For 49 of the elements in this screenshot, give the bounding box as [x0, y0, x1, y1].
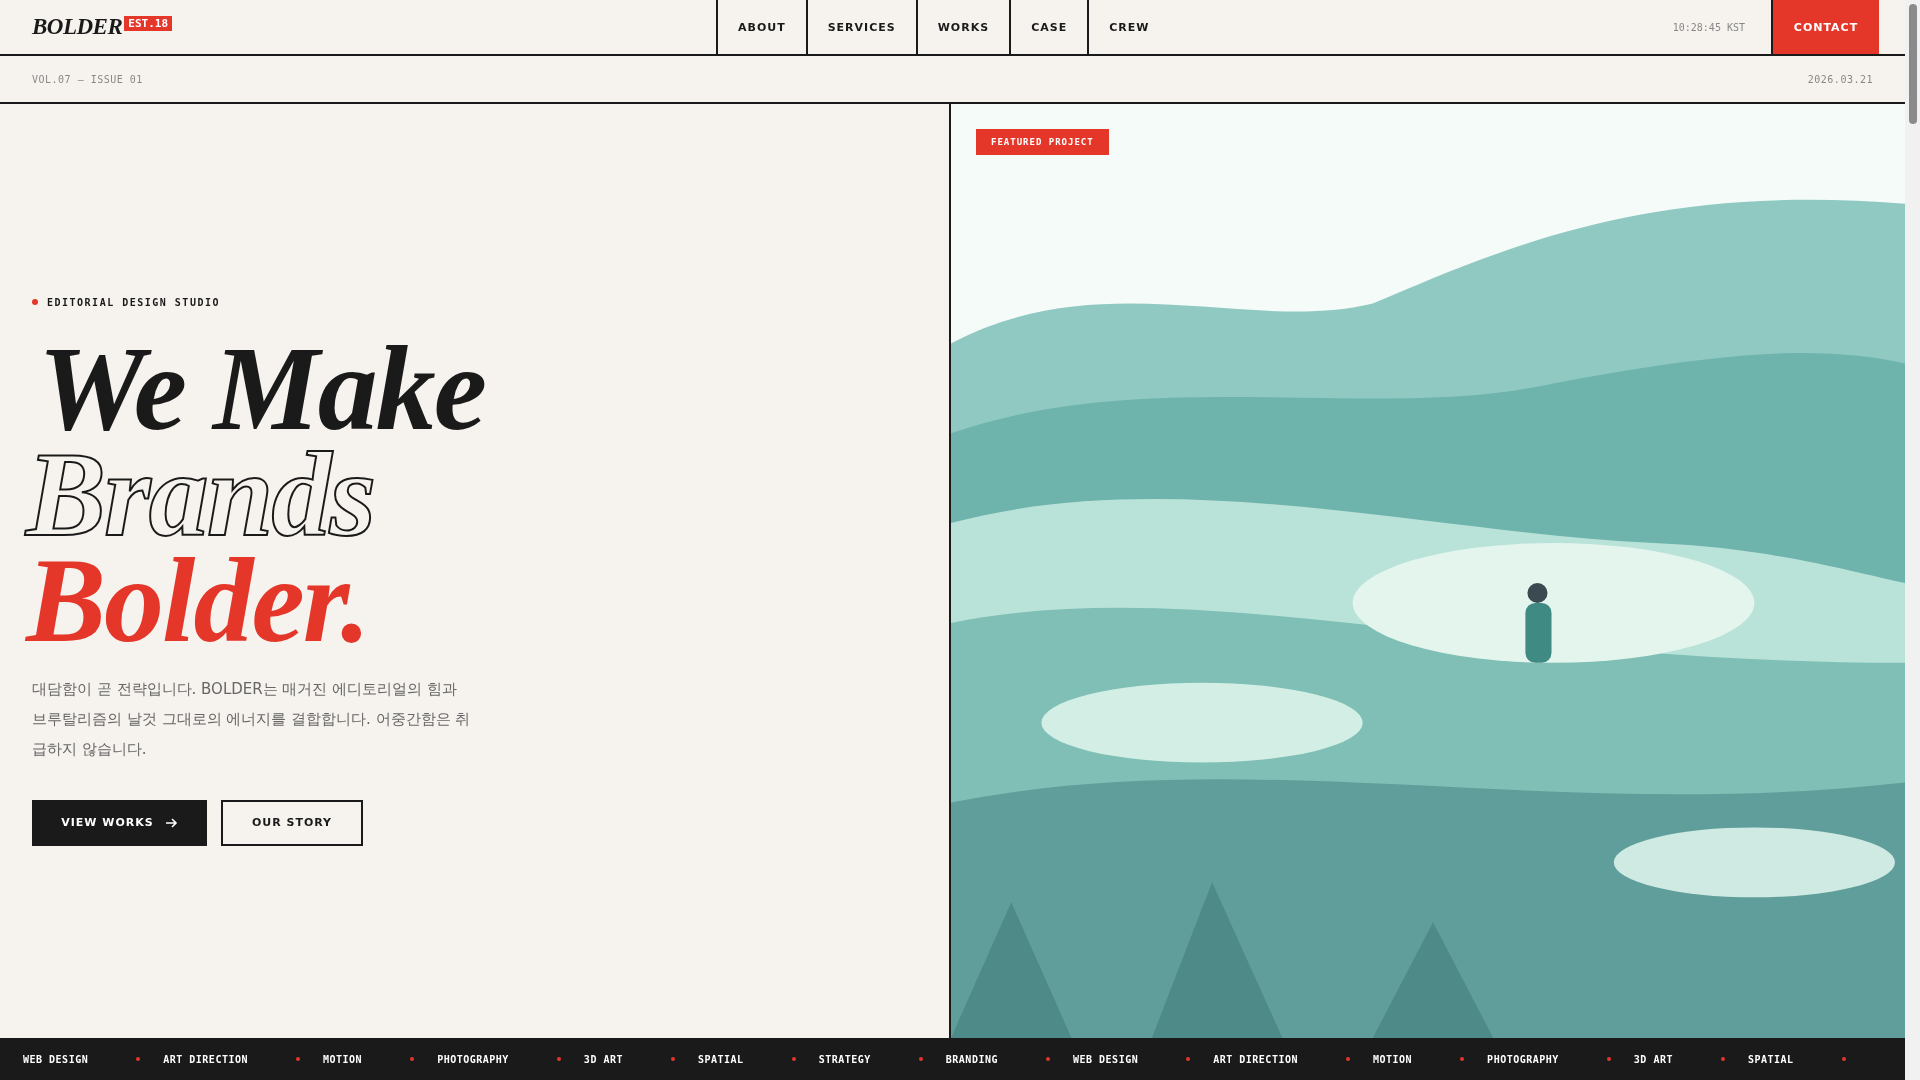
logo[interactable]: BOLDER — [32, 14, 123, 40]
separator-dot — [1186, 1057, 1191, 1061]
separator-dot — [1046, 1057, 1050, 1061]
nav-link[interactable]: WORKS — [917, 0, 1012, 54]
ticker-item: WEB DESIGN — [1073, 1053, 1139, 1065]
ticker-item: 3D ART — [583, 1053, 623, 1065]
nav-link[interactable]: CREW — [1089, 0, 1174, 54]
ticker-item: SPATIAL — [1747, 1053, 1794, 1065]
ticker-item: STRATEGY — [818, 1053, 871, 1065]
separator-dot — [671, 1057, 675, 1061]
contact-button[interactable]: CONTACT — [1771, 0, 1879, 54]
ticker-item: PHOTOGRAPHY — [1487, 1053, 1559, 1065]
nav-link[interactable]: SERVICES — [807, 0, 918, 54]
ticker-item: ART DIRECTION — [1213, 1053, 1298, 1065]
separator-dot — [556, 1057, 561, 1061]
bullet-icon — [32, 299, 38, 305]
separator-dot — [410, 1057, 415, 1061]
description-text: 대담함이 곧 전략입니다. BOLDER는 매거진 에디토리얼의 힘과 브루탈리즘의 날것 그대로의 에너지를 결합합니다. 어중간함은 취급하지 않습니다. — [32, 678, 472, 760]
separator-dot — [296, 1057, 300, 1061]
separator-dot — [136, 1057, 141, 1061]
arrow-icon — [165, 817, 178, 828]
issue-label: VOL.07 — ISSUE 01 — [32, 73, 143, 85]
issue-date: 2026.03.21 — [1807, 73, 1873, 85]
our-story-button[interactable]: OUR STORY — [221, 799, 363, 846]
separator-dot — [1346, 1057, 1350, 1061]
scrollbar[interactable] — [1905, 0, 1920, 1080]
nav-link[interactable]: CASE — [1011, 0, 1090, 54]
ticker-item: WEB DESIGN — [23, 1053, 89, 1065]
ticker-item: SPATIAL — [698, 1053, 744, 1065]
view-works-button[interactable]: VIEW WORKS — [32, 799, 207, 846]
nav-link[interactable]: ABOUT — [718, 0, 808, 54]
logo-badge: EST.18 — [124, 16, 173, 31]
ticker-item: 3D ART — [1633, 1053, 1673, 1065]
ticker-item: MOTION — [1373, 1053, 1413, 1065]
separator-dot — [791, 1057, 796, 1061]
ticker-item: PHOTOGRAPHY — [437, 1053, 509, 1065]
featured-tag: FEATURED PROJECT — [976, 129, 1109, 155]
ticker-item: MOTION — [323, 1053, 363, 1065]
separator-dot — [1841, 1057, 1846, 1061]
separator-dot — [918, 1057, 923, 1061]
headline-line: We Make — [38, 335, 485, 442]
clock-time: 10:28:45 KST — [1672, 20, 1746, 35]
ticker-item: ART DIRECTION — [163, 1053, 248, 1065]
separator-dot — [1606, 1057, 1611, 1061]
eyebrow-label: EDITORIAL DESIGN STUDIO — [47, 296, 220, 308]
separator-dot — [1460, 1057, 1465, 1061]
ticker-item: BRANDING — [945, 1053, 998, 1065]
separator-dot — [1720, 1057, 1725, 1061]
headline-line: Bolder. — [26, 547, 369, 654]
